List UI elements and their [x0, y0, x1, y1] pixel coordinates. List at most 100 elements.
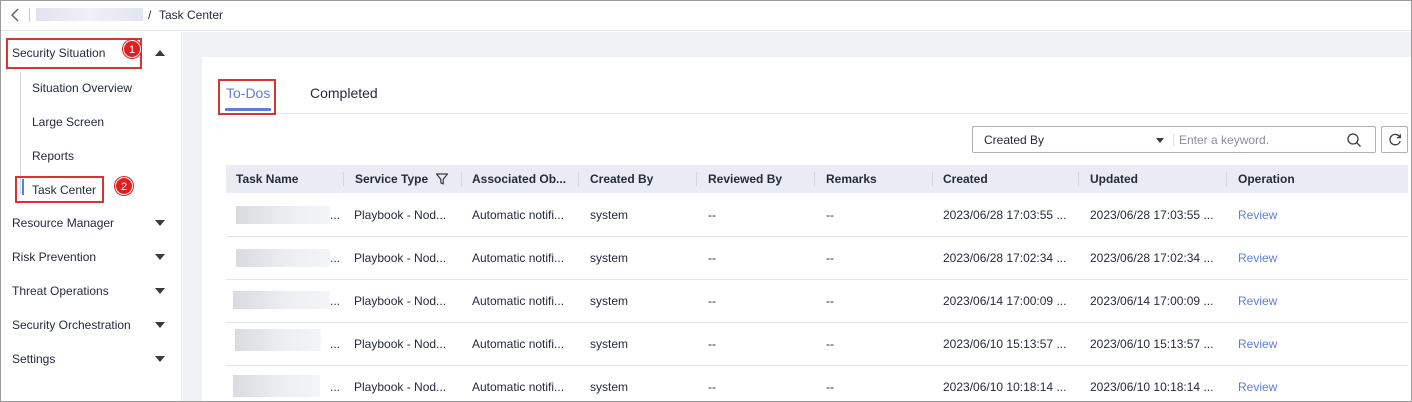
breadcrumb-current: Task Center: [159, 8, 224, 22]
cell-service-type: Playbook - Nod...: [354, 337, 447, 351]
sidebar-item-situation-overview[interactable]: Situation Overview: [32, 81, 132, 95]
column-header-created-by[interactable]: Created By: [590, 172, 653, 186]
sidebar-group-label: Security Situation: [12, 46, 106, 60]
cell-associated-object: Automatic notifi...: [472, 251, 565, 265]
cell-remarks: --: [826, 380, 834, 394]
search-input[interactable]: [1179, 130, 1339, 149]
sidebar-group-label: Threat Operations: [12, 284, 109, 298]
sidebar-group-threat-operations[interactable]: Threat Operations: [1, 275, 182, 309]
cell-updated: 2023/06/10 15:13:57 ...: [1090, 337, 1214, 351]
cell-service-type: Playbook - Nod...: [354, 380, 447, 394]
task-name-redacted[interactable]: [233, 375, 320, 397]
task-name-redacted[interactable]: [235, 329, 321, 351]
caret-down-icon: [155, 220, 165, 226]
cell-associated-object: Automatic notifi...: [472, 294, 565, 308]
top-breadcrumb-bar: / Task Center: [1, 1, 1411, 31]
cell-created-by: system: [590, 251, 629, 265]
table-row: ... Playbook - Nod... Automatic notifi..…: [226, 194, 1408, 237]
cell-service-type: Playbook - Nod...: [354, 208, 447, 222]
caret-up-icon: [155, 50, 165, 56]
sidebar-item-large-screen[interactable]: Large Screen: [32, 115, 104, 129]
cell-updated: 2023/06/28 17:02:34 ...: [1090, 251, 1214, 265]
review-link[interactable]: Review: [1238, 380, 1277, 394]
task-name-redacted[interactable]: [236, 206, 330, 224]
cell-updated: 2023/06/10 10:18:14 ...: [1090, 380, 1214, 394]
refresh-icon: [1389, 133, 1401, 146]
cell-reviewed-by: --: [708, 208, 716, 222]
sidebar-group-security-situation[interactable]: Security Situation: [1, 37, 182, 71]
column-divider: [343, 172, 344, 186]
tab-completed[interactable]: Completed: [310, 85, 378, 101]
column-header-reviewed-by[interactable]: Reviewed By: [708, 172, 782, 186]
cell-updated: 2023/06/28 17:03:55 ...: [1090, 208, 1214, 222]
sidebar-group-label: Resource Manager: [12, 216, 115, 230]
cell-created: 2023/06/28 17:02:34 ...: [943, 251, 1067, 265]
task-name-ellipsis: ...: [330, 294, 341, 308]
refresh-button[interactable]: [1381, 126, 1408, 153]
sidebar-group-settings[interactable]: Settings: [1, 343, 182, 377]
table-header: Task Name Service Type Associated Ob... …: [226, 165, 1408, 193]
back-arrow-icon[interactable]: [9, 6, 23, 24]
column-header-task-name[interactable]: Task Name: [236, 172, 298, 186]
chevron-down-icon[interactable]: [1156, 138, 1164, 143]
sidebar-group-security-orchestration[interactable]: Security Orchestration: [1, 309, 182, 343]
search-filter: Created By: [972, 126, 1376, 153]
column-header-associated-object[interactable]: Associated Ob...: [472, 172, 566, 186]
caret-down-icon: [155, 322, 165, 328]
cell-created: 2023/06/10 10:18:14 ...: [943, 380, 1067, 394]
step-badge-1: 1: [123, 40, 141, 58]
review-link[interactable]: Review: [1238, 294, 1277, 308]
column-header-service-type[interactable]: Service Type: [355, 172, 428, 186]
cell-remarks: --: [826, 251, 834, 265]
column-filter-icon[interactable]: [435, 172, 449, 186]
breadcrumb-divider: [29, 8, 30, 22]
sidebar-group-resource-manager[interactable]: Resource Manager: [1, 207, 182, 241]
caret-down-icon: [155, 254, 165, 260]
caret-down-icon: [155, 356, 165, 362]
column-header-remarks[interactable]: Remarks: [826, 172, 877, 186]
search-icon[interactable]: [1346, 132, 1362, 148]
cell-service-type: Playbook - Nod...: [354, 251, 447, 265]
task-name-ellipsis: ...: [330, 251, 341, 265]
app-window: / Task Center Security Situation Situati…: [0, 0, 1412, 402]
cell-reviewed-by: --: [708, 294, 716, 308]
table-row: ... Playbook - Nod... Automatic notifi..…: [226, 237, 1408, 280]
cell-remarks: --: [826, 337, 834, 351]
table-row: ... Playbook - Nod... Automatic notifi..…: [226, 366, 1408, 401]
review-link[interactable]: Review: [1238, 208, 1277, 222]
sidebar-group-label: Settings: [12, 352, 56, 366]
cell-associated-object: Automatic notifi...: [472, 208, 565, 222]
active-item-indicator: [22, 179, 24, 195]
sidebar-group-risk-prevention[interactable]: Risk Prevention: [1, 241, 182, 275]
review-link[interactable]: Review: [1238, 251, 1277, 265]
task-name-redacted[interactable]: [236, 249, 330, 267]
cell-created-by: system: [590, 337, 629, 351]
column-header-updated[interactable]: Updated: [1090, 172, 1138, 186]
cell-created-by: system: [590, 380, 629, 394]
submenu-guide-line: [20, 72, 21, 194]
cell-associated-object: Automatic notifi...: [472, 380, 565, 394]
column-header-created[interactable]: Created: [943, 172, 988, 186]
column-divider: [461, 172, 462, 186]
cell-service-type: Playbook - Nod...: [354, 294, 447, 308]
tab-to-dos[interactable]: To-Dos: [226, 85, 270, 101]
column-divider: [578, 172, 579, 186]
sidebar-item-reports[interactable]: Reports: [32, 149, 74, 163]
cell-remarks: --: [826, 294, 834, 308]
tabs-divider: [217, 113, 1408, 114]
breadcrumb-redacted-segment[interactable]: [36, 8, 143, 21]
filter-field-select[interactable]: Created By: [984, 133, 1044, 147]
sidebar-item-task-center[interactable]: Task Center: [32, 183, 96, 197]
task-name-ellipsis: ...: [330, 208, 341, 222]
cell-created-by: system: [590, 208, 629, 222]
active-tab-underline: [225, 108, 271, 111]
cell-reviewed-by: --: [708, 380, 716, 394]
task-name-ellipsis: ...: [330, 380, 341, 394]
column-divider: [1078, 172, 1079, 186]
review-link[interactable]: Review: [1238, 337, 1277, 351]
filter-divider: [1173, 133, 1174, 147]
cell-reviewed-by: --: [708, 337, 716, 351]
table-row: ... Playbook - Nod... Automatic notifi..…: [226, 280, 1408, 323]
cell-created-by: system: [590, 294, 629, 308]
task-name-redacted[interactable]: [233, 291, 330, 309]
